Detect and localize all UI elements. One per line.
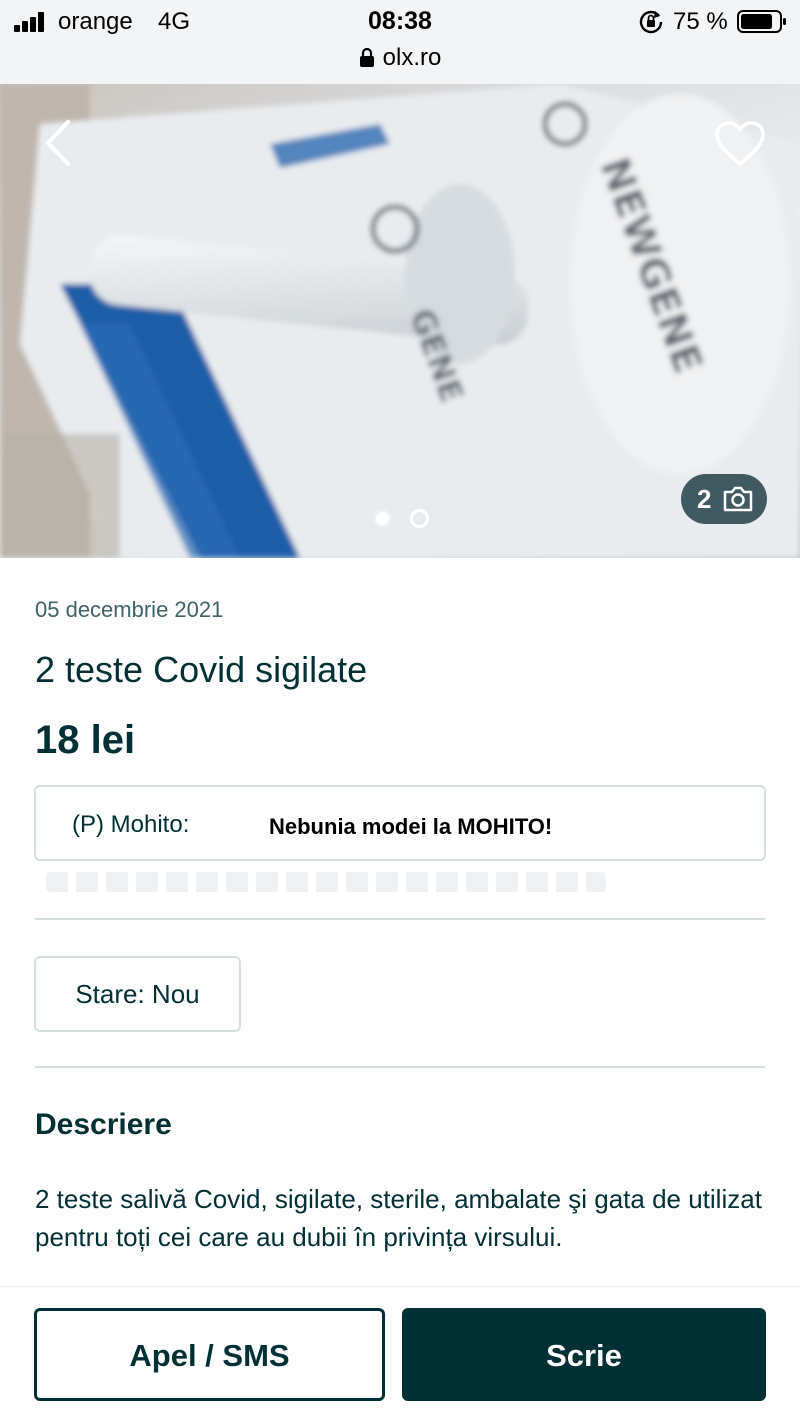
divider: [35, 918, 765, 920]
listing-date: 05 decembrie 2021: [35, 597, 224, 622]
status-bar: orange 4G 08:38 olx.ro 75 %: [0, 0, 800, 84]
orientation-lock-icon: [639, 10, 663, 34]
promoted-ad-banner[interactable]: (P) Mohito: Nebunia modei la MOHITO!: [34, 785, 766, 861]
heart-icon[interactable]: [714, 120, 766, 168]
gallery-dot-2[interactable]: [410, 509, 429, 528]
listing-photo[interactable]: NEWGENE GENE 2: [0, 84, 800, 558]
description-text: 2 teste salivă Covid, sigilate, sterile,…: [35, 1184, 762, 1252]
ad-prefix: (P) Mohito:: [72, 811, 190, 838]
address-bar[interactable]: olx.ro: [0, 44, 800, 72]
call-sms-button[interactable]: Apel / SMS: [34, 1308, 385, 1401]
camera-icon: [723, 486, 753, 512]
listing-price: 18 lei: [35, 718, 136, 762]
gallery-dot-1[interactable]: [373, 509, 392, 528]
lock-icon: [359, 47, 374, 67]
listing-title: 2 teste Covid sigilate: [35, 649, 368, 690]
state-attribute-chip: Stare: Nou: [34, 956, 241, 1032]
write-message-button[interactable]: Scrie: [402, 1308, 766, 1401]
battery-percent: 75 %: [673, 8, 728, 35]
ad-text: Nebunia modei la MOHITO!: [269, 814, 553, 839]
divider: [35, 1066, 765, 1068]
back-arrow-icon[interactable]: [40, 118, 76, 168]
faded-text-artifact: [46, 872, 606, 892]
photo-count-badge[interactable]: 2: [681, 474, 767, 524]
product-image: NEWGENE GENE: [0, 84, 800, 558]
description-heading: Descriere: [35, 1108, 172, 1141]
photo-count: 2: [697, 484, 712, 514]
url-text: olx.ro: [382, 44, 442, 71]
battery-icon: [737, 10, 786, 33]
